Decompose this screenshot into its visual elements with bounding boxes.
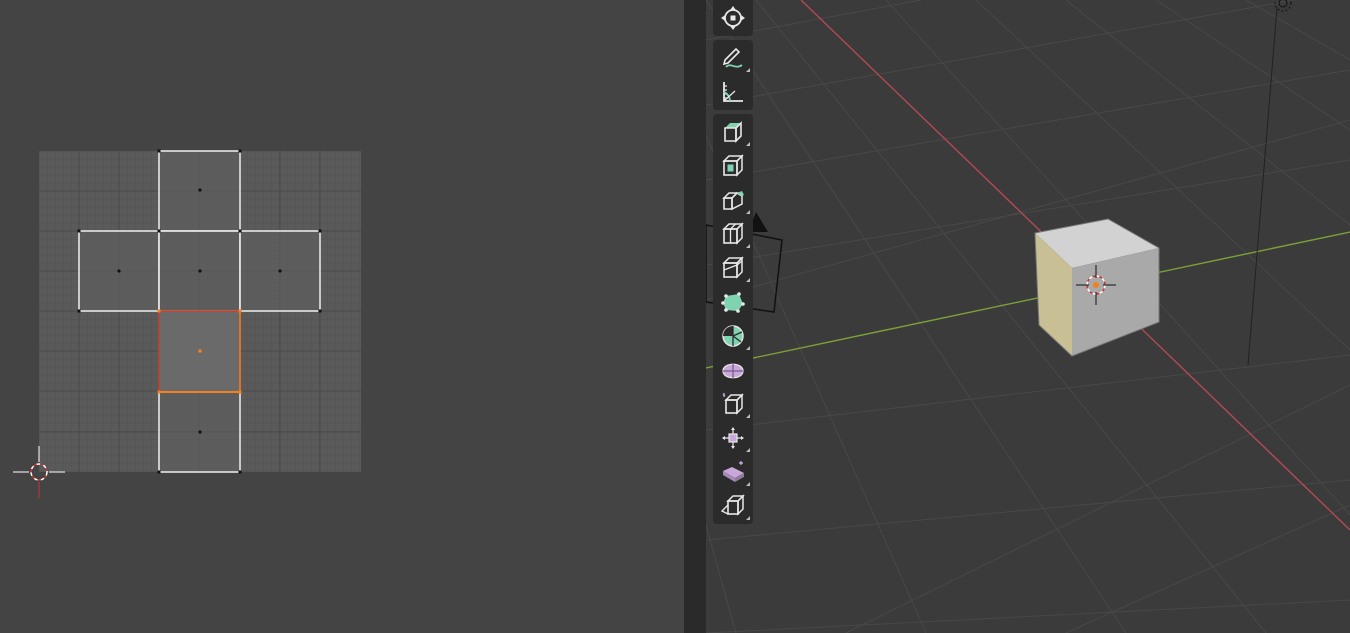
uv-face-bottom[interactable] bbox=[158, 391, 241, 473]
annotate-pencil-icon bbox=[722, 47, 743, 68]
shear-icon bbox=[723, 461, 744, 482]
edge-slide-icon bbox=[722, 393, 744, 415]
measure-ruler-icon bbox=[723, 82, 743, 102]
uv-canvas[interactable] bbox=[0, 0, 684, 633]
transform-gizmo-icon bbox=[721, 6, 745, 30]
tool-group-transform bbox=[713, 0, 753, 36]
3d-viewport[interactable] bbox=[706, 0, 1350, 633]
knife-icon bbox=[722, 256, 744, 279]
uv-face-right[interactable] bbox=[239, 230, 321, 312]
tool-edge-slide[interactable] bbox=[713, 387, 753, 421]
tool-spin[interactable] bbox=[713, 319, 753, 353]
poly-build-icon bbox=[721, 292, 745, 313]
tool-smooth[interactable] bbox=[713, 353, 753, 387]
tool-transform[interactable] bbox=[713, 1, 753, 35]
tool-loop-cut[interactable] bbox=[713, 217, 753, 251]
bevel-icon bbox=[722, 191, 744, 211]
uv-editor[interactable] bbox=[0, 0, 684, 633]
floor-grid bbox=[706, 0, 1350, 633]
tool-group-mesh bbox=[713, 114, 753, 524]
tool-shrink-fatten[interactable] bbox=[713, 421, 753, 455]
tool-bevel[interactable] bbox=[713, 183, 753, 217]
rip-region-icon bbox=[720, 494, 745, 516]
extrude-region-icon bbox=[724, 121, 742, 143]
tool-measure[interactable] bbox=[713, 75, 753, 109]
loop-cut-icon bbox=[722, 222, 744, 245]
tool-inset-faces[interactable] bbox=[713, 149, 753, 183]
tool-rip-region[interactable] bbox=[713, 489, 753, 523]
uv-face-selected[interactable] bbox=[158, 310, 241, 393]
tool-poly-build[interactable] bbox=[713, 285, 753, 319]
area-divider[interactable] bbox=[684, 0, 706, 633]
tool-group-annotate bbox=[713, 40, 753, 110]
uv-face-center[interactable] bbox=[158, 230, 241, 312]
tool-annotate[interactable] bbox=[713, 41, 753, 75]
shrink-fatten-icon bbox=[722, 427, 744, 449]
light-line bbox=[1247, 7, 1278, 366]
uv-face-top[interactable] bbox=[158, 150, 241, 232]
tool-shear[interactable] bbox=[713, 455, 753, 489]
uv-face-left[interactable] bbox=[78, 230, 160, 312]
viewport-scene bbox=[706, 0, 1350, 633]
tool-shelf bbox=[713, 0, 753, 528]
tool-knife[interactable] bbox=[713, 251, 753, 285]
tool-extrude-region[interactable] bbox=[713, 115, 753, 149]
spin-icon bbox=[722, 325, 744, 347]
inset-faces-icon bbox=[722, 154, 744, 177]
smooth-vertices-icon bbox=[722, 363, 744, 379]
